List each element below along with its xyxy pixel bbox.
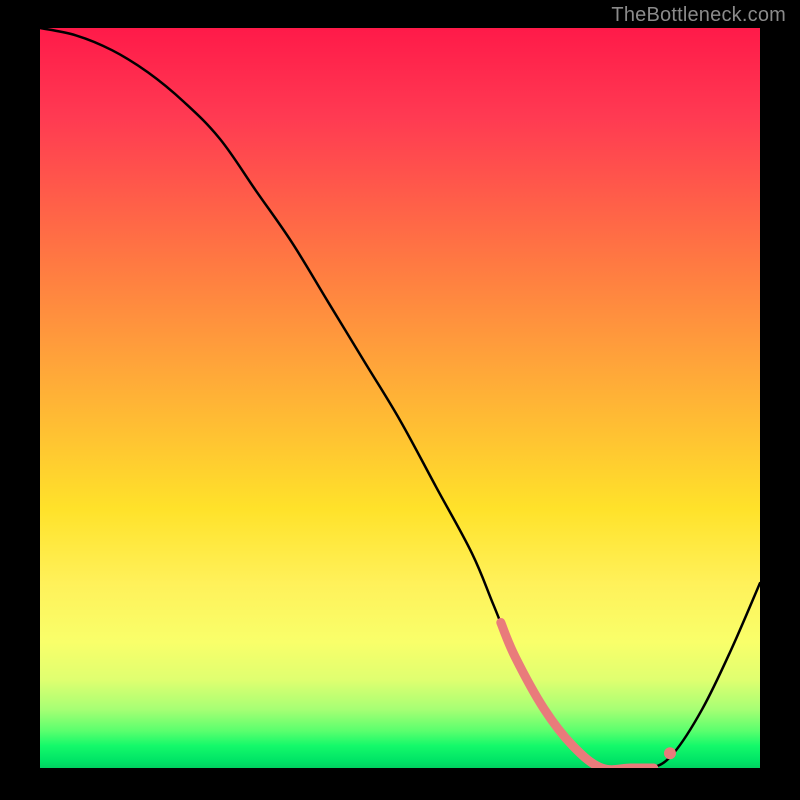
watermark-label: TheBottleneck.com	[611, 4, 786, 27]
plot-area	[40, 28, 760, 768]
highlight-marker	[664, 747, 676, 759]
optimal-range-highlight	[501, 622, 654, 768]
bottleneck-curve	[40, 28, 760, 768]
chart-frame: TheBottleneck.com	[0, 0, 800, 800]
